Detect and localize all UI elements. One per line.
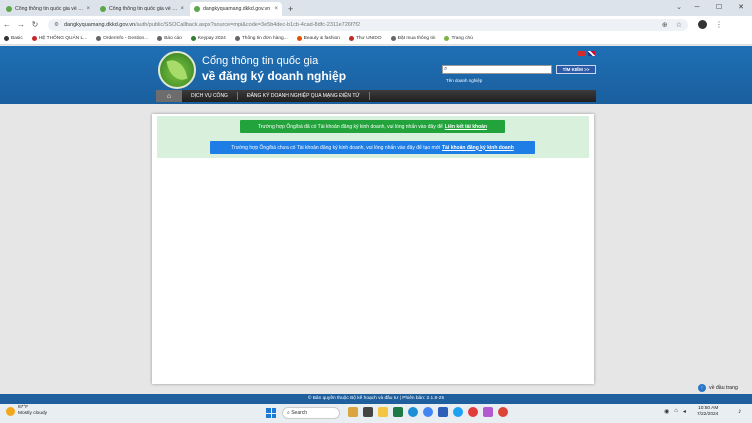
taskbar-search[interactable]: ⌕ Search (282, 407, 340, 419)
minimize-icon[interactable]: ─ (686, 0, 708, 16)
bookmark-item[interactable]: Keypay 2024 (190, 36, 226, 41)
maximize-icon[interactable]: ☐ (708, 0, 730, 16)
business-search-input[interactable] (442, 65, 552, 74)
excel-icon[interactable] (393, 407, 403, 417)
site-logo[interactable] (158, 51, 196, 89)
notifications-bell-icon[interactable]: ♪ (738, 408, 742, 415)
forward-icon[interactable]: → (14, 20, 28, 29)
vietnam-flag-icon[interactable] (578, 51, 585, 56)
bookmark-item[interactable]: Basic (4, 36, 23, 41)
main-navbar: ⌂ DỊCH VỤ CÔNG ĐĂNG KÝ DOANH NGHIỆP QUA … (156, 90, 596, 102)
site-favicon-icon (100, 6, 106, 12)
profile-avatar[interactable] (698, 20, 707, 29)
zoom-icon[interactable]: ⊕ (662, 21, 668, 29)
weather-widget[interactable]: 87°F Mostly cloudy (6, 405, 47, 417)
bookmark-item[interactable]: Thư UNIDO (348, 36, 382, 41)
widgets-icon[interactable] (348, 407, 358, 417)
close-tab-icon[interactable]: × (274, 6, 278, 12)
search-button[interactable]: TÌM KIẾM >> (556, 65, 596, 74)
photos-icon[interactable] (483, 407, 493, 417)
word-icon[interactable] (438, 407, 448, 417)
sun-icon (6, 406, 15, 416)
volume-icon[interactable]: ◂ (683, 408, 686, 415)
home-icon[interactable]: ⌂ (156, 90, 182, 102)
skype-icon[interactable] (453, 407, 463, 417)
bookmark-item[interactable]: Đặt mua thông tin (390, 36, 435, 41)
browser-menu-icon[interactable]: ⋮ (715, 20, 723, 29)
bookmarks-bar: Basic HỆ THỐNG QUẢN L... OrderInfo - Ges… (0, 33, 752, 45)
bookmark-icon (31, 36, 37, 41)
uk-flag-icon[interactable] (588, 51, 595, 56)
search-icon: ⌕ (444, 66, 448, 72)
reload-icon[interactable]: ↻ (28, 20, 42, 29)
close-window-icon[interactable]: ✕ (730, 0, 752, 16)
language-icon[interactable]: ◉ (664, 408, 669, 415)
chrome-icon[interactable] (423, 407, 433, 417)
bookmark-icon (444, 36, 450, 41)
window-controls: ─ ☐ ✕ (686, 0, 752, 16)
site-info-icon[interactable]: ⚙ (54, 22, 59, 28)
nav-online-registration[interactable]: ĐĂNG KÝ DOANH NGHIỆP QUA MẠNG ĐIỆN TỬ (238, 93, 369, 99)
bookmark-item[interactable]: Beauty & fashion (296, 36, 340, 41)
bookmark-icon (296, 36, 302, 41)
browser-tab-3[interactable]: dangkyquamang.dkkd.gov.vn × (190, 2, 282, 16)
bookmark-icon (234, 36, 240, 41)
back-to-top-button[interactable]: ↑ về đầu trang (698, 384, 738, 392)
language-switcher (578, 51, 595, 56)
file-explorer-icon[interactable] (378, 407, 388, 417)
task-view-icon[interactable] (363, 407, 373, 417)
tab-search-icon[interactable]: ⌄ (676, 3, 682, 11)
network-icon[interactable]: ⌂ (674, 408, 678, 415)
system-tray: ◉ ⌂ ◂ (664, 408, 686, 415)
browser-tab-2[interactable]: Cổng thông tin quốc gia về đă × (96, 2, 188, 16)
bookmark-icon (390, 36, 396, 41)
link-account-button[interactable]: Trường hợp Ông/bà đã có Tài khoản đăng k… (240, 120, 505, 133)
system-clock[interactable]: 10:50 AM 7/22/2024 (697, 406, 718, 418)
bookmark-item[interactable]: Thông tin đơn hàng... (234, 36, 288, 41)
url-input[interactable]: ⚙ dangkyquamang.dkkd.gov.vn/auth/public/… (48, 18, 688, 31)
windows-start-icon[interactable] (266, 408, 276, 418)
nav-divider (368, 92, 370, 100)
bookmark-item[interactable]: Báo cáo (157, 36, 182, 41)
bookmark-icon (190, 36, 196, 41)
bookmark-item[interactable]: OrderInfo - Gestion... (96, 36, 148, 41)
bookmark-icon (4, 36, 9, 41)
nav-public-services[interactable]: DỊCH VỤ CÔNG (182, 93, 237, 99)
bookmark-icon (157, 36, 163, 41)
browser-tab-1[interactable]: Cổng thông tin quốc gia về đă × (2, 2, 94, 16)
site-favicon-icon (6, 6, 12, 12)
browser-tab-bar: Cổng thông tin quốc gia về đă × Cổng thô… (0, 0, 752, 16)
taskbar-apps (348, 407, 508, 417)
up-arrow-icon: ↑ (698, 384, 706, 392)
edge-icon[interactable] (408, 407, 418, 417)
site-subtitle: về đăng ký doanh nghiệp (202, 69, 347, 83)
site-favicon-icon (194, 6, 200, 12)
site-title: Cổng thông tin quốc gia (202, 55, 319, 67)
bookmark-star-icon[interactable]: ☆ (676, 21, 682, 29)
bookmark-icon (96, 36, 102, 41)
new-tab-icon[interactable]: + (288, 4, 293, 14)
notification-app-icon[interactable] (468, 407, 478, 417)
close-tab-icon[interactable]: × (180, 6, 184, 12)
bookmark-item[interactable]: Trang chủ (444, 36, 473, 41)
create-account-button[interactable]: Trường hợp Ông/bà chưa có Tài khoản đăng… (210, 141, 535, 154)
address-bar: ← → ↻ ⚙ dangkyquamang.dkkd.gov.vn/auth/p… (0, 16, 752, 33)
site-footer: © Bản quyền thuộc Bộ kế hoạch và đầu tư … (0, 394, 752, 404)
chrome-profile-icon[interactable] (498, 407, 508, 417)
bookmark-item[interactable]: HỆ THỐNG QUẢN L... (31, 36, 87, 41)
close-tab-icon[interactable]: × (86, 6, 90, 12)
search-caption: Tên doanh nghiệp (446, 78, 483, 83)
back-icon[interactable]: ← (0, 20, 14, 29)
bookmark-icon (348, 36, 354, 41)
